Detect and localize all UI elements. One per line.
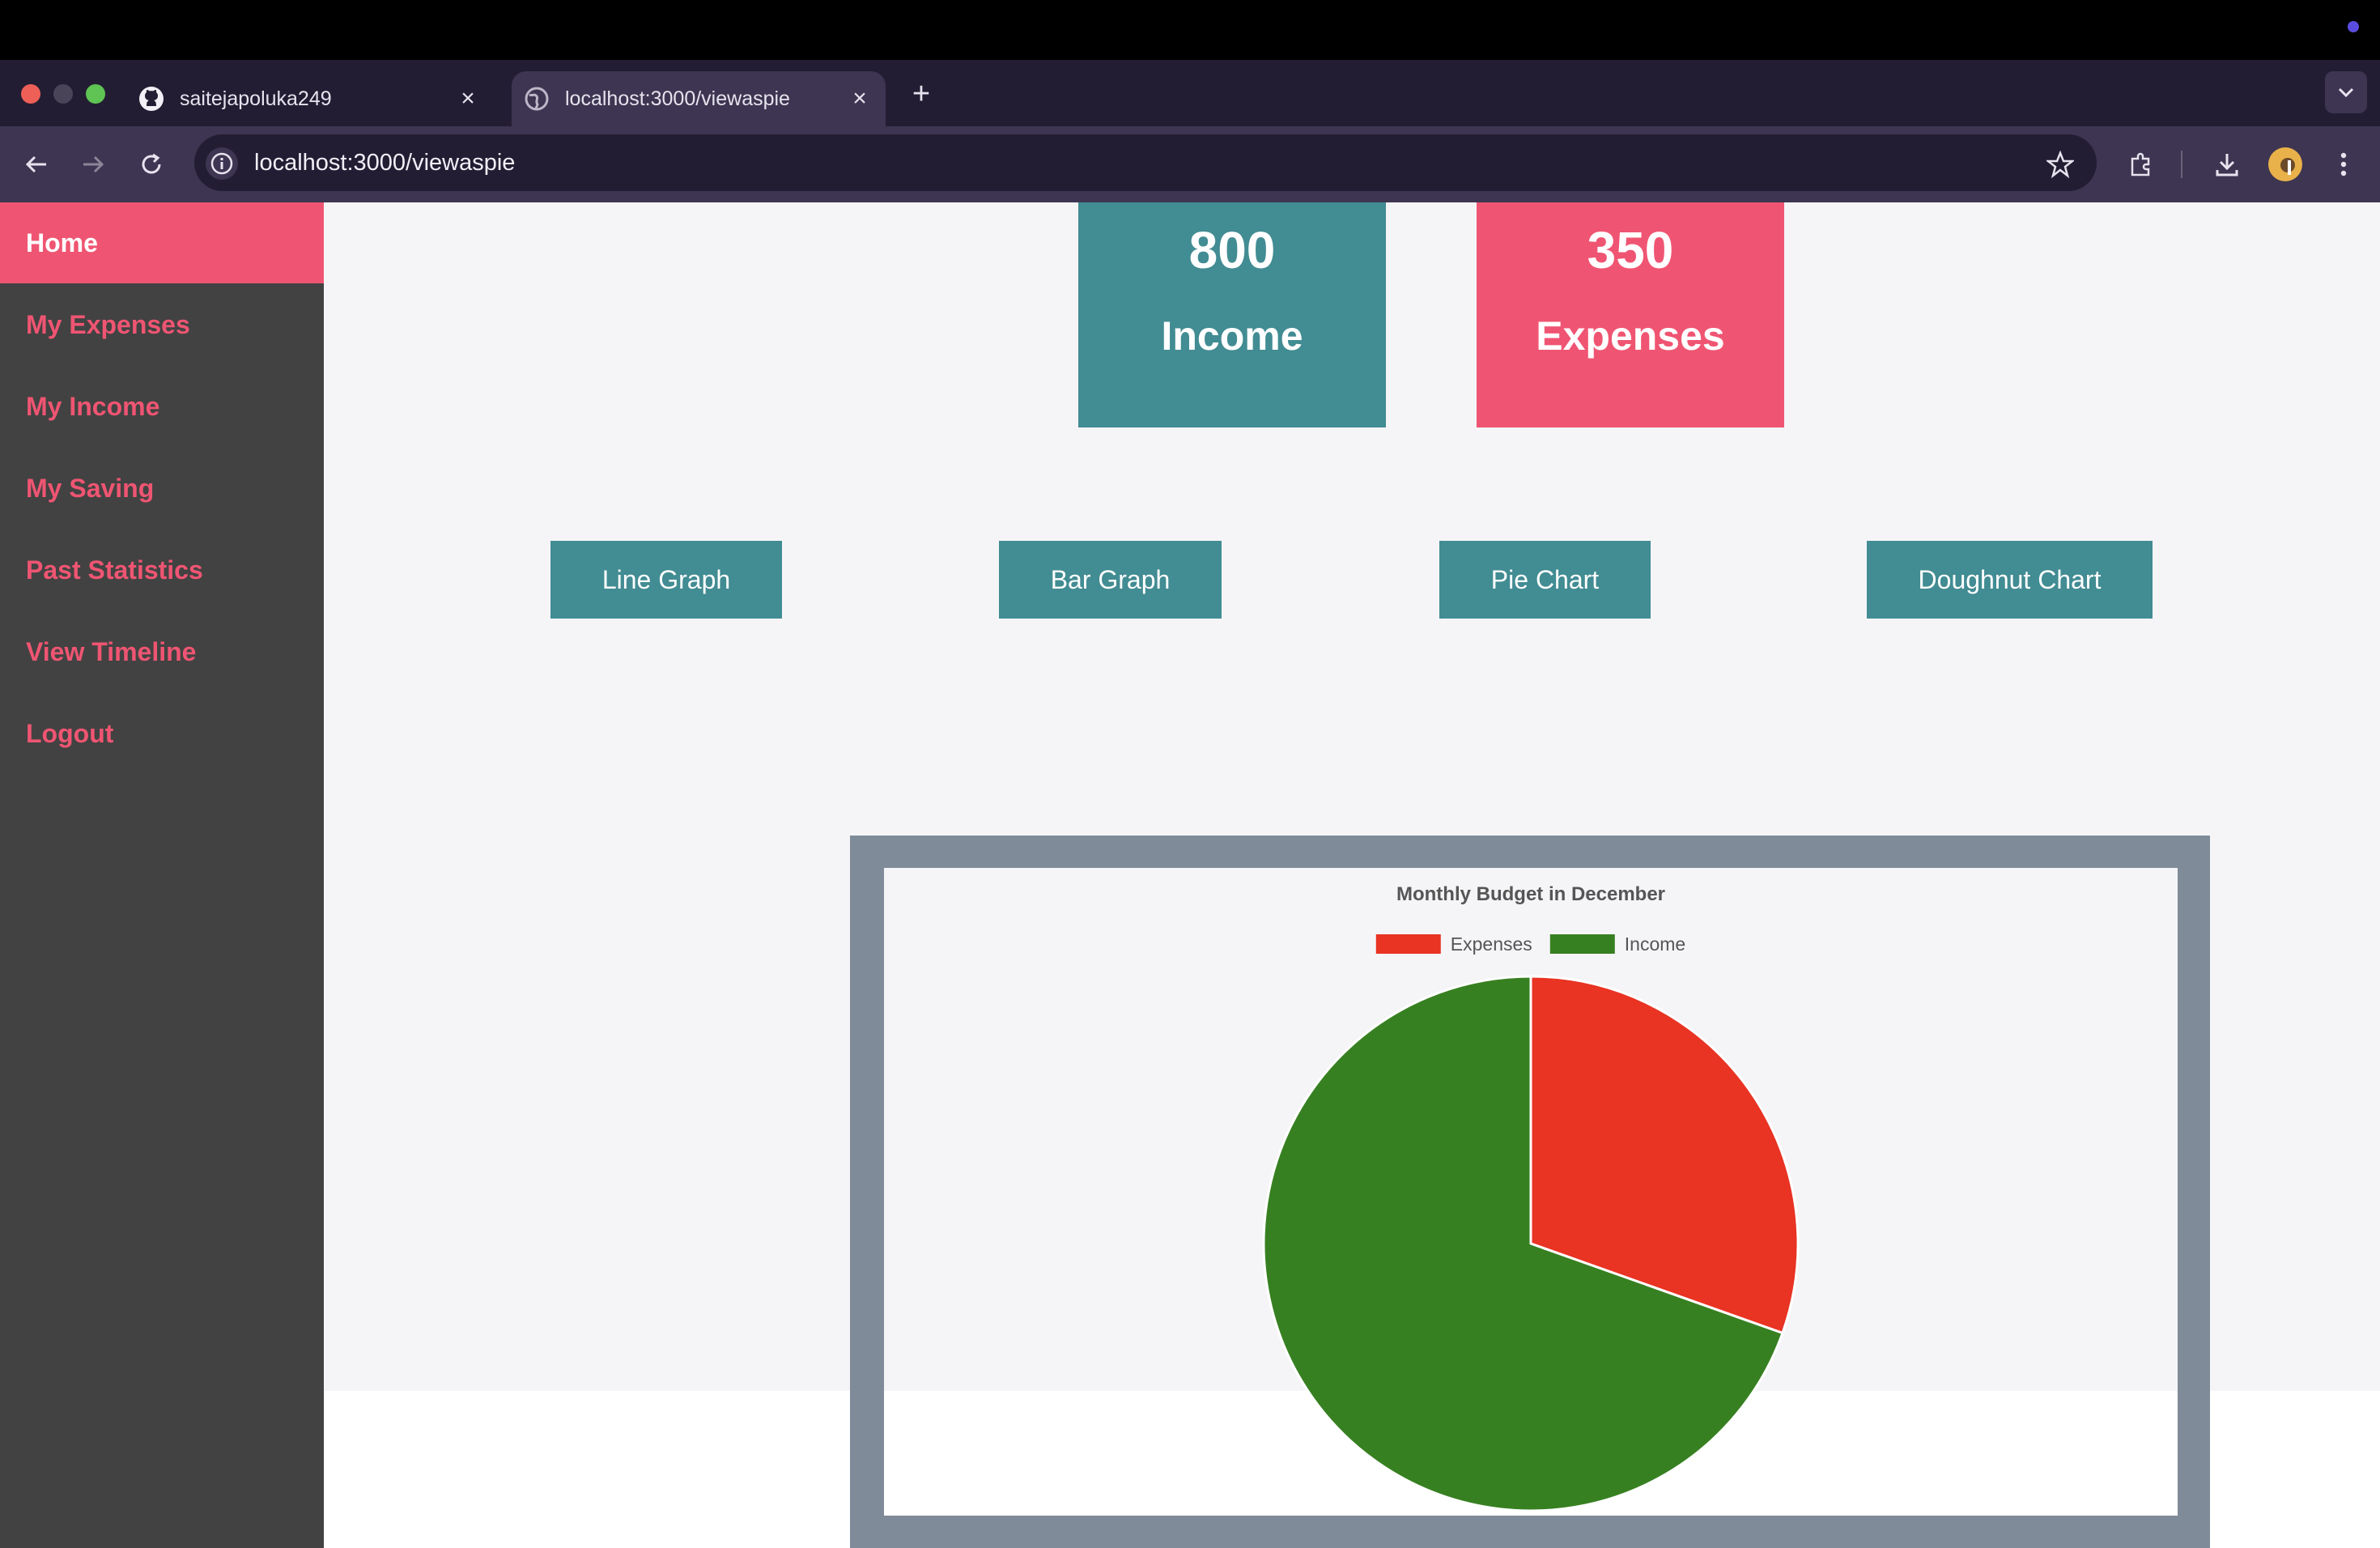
tab-search-button[interactable] <box>2325 71 2367 113</box>
url-text: localhost:3000/viewaspie <box>254 150 516 176</box>
window-close-button[interactable] <box>21 84 40 104</box>
tab-viewaspie[interactable]: localhost:3000/viewaspie × <box>512 71 886 126</box>
window-minimize-button[interactable] <box>53 84 73 104</box>
expenses-label: Expenses <box>1536 313 1725 359</box>
line-graph-button[interactable]: Line Graph <box>550 541 782 619</box>
legend-swatch-expenses[interactable] <box>1375 934 1441 954</box>
chart-title: Monthly Budget in December <box>1396 883 1665 905</box>
bar-graph-button[interactable]: Bar Graph <box>999 541 1222 619</box>
new-tab-button[interactable]: + <box>905 74 937 113</box>
back-button[interactable] <box>16 144 57 185</box>
expenses-card: 350 Expenses <box>1477 202 1784 427</box>
site-info-icon[interactable] <box>206 147 238 180</box>
system-top-bar <box>0 0 2380 60</box>
github-icon <box>138 85 165 113</box>
sidebar-item-my-income[interactable]: My Income <box>0 366 324 447</box>
sidebar-item-my-saving[interactable]: My Saving <box>0 448 324 529</box>
tab-title: localhost:3000/viewaspie <box>565 87 790 110</box>
chevron-down-icon <box>2338 87 2354 98</box>
profile-avatar[interactable] <box>2268 147 2302 181</box>
reload-button[interactable] <box>131 144 172 185</box>
globe-icon <box>523 85 550 113</box>
download-icon[interactable] <box>2207 144 2247 185</box>
bookmark-star-icon[interactable] <box>2040 144 2080 185</box>
sidebar-item-my-expenses[interactable]: My Expenses <box>0 284 324 365</box>
expenses-value: 350 <box>1587 221 1674 279</box>
doughnut-chart-button[interactable]: Doughnut Chart <box>1867 541 2153 619</box>
tab-close-icon[interactable]: × <box>844 85 876 113</box>
chart-legend: Expenses Income <box>1375 933 1685 955</box>
toolbar-divider <box>2181 151 2182 178</box>
pie-chart-button[interactable]: Pie Chart <box>1439 541 1651 619</box>
back-arrow-icon <box>25 155 46 173</box>
sidebar-item-home[interactable]: Home <box>0 202 324 283</box>
forward-button[interactable] <box>73 144 113 185</box>
pie-slices <box>1262 975 1800 1512</box>
tab-title: saitejapoluka249 <box>180 87 332 110</box>
legend-label-income: Income <box>1625 933 1685 955</box>
pie-chart: Monthly Budget in December Expenses Incom… <box>884 868 2178 1516</box>
legend-swatch-income[interactable] <box>1549 934 1615 954</box>
status-dot <box>2348 21 2359 32</box>
legend-label-expenses: Expenses <box>1451 933 1532 955</box>
income-card: 800 Income <box>1078 202 1386 427</box>
window-zoom-button[interactable] <box>86 84 105 104</box>
income-label: Income <box>1161 313 1303 359</box>
sidebar-item-logout[interactable]: Logout <box>0 693 324 774</box>
extensions-puzzle-icon[interactable] <box>2121 144 2161 185</box>
reload-icon <box>142 153 161 174</box>
more-menu-icon[interactable] <box>2323 144 2364 185</box>
income-value: 800 <box>1188 221 1276 279</box>
sidebar-item-view-timeline[interactable]: View Timeline <box>0 611 324 692</box>
sidebar-item-past-statistics[interactable]: Past Statistics <box>0 529 324 610</box>
tab-github[interactable]: saitejapoluka249 × <box>121 71 494 126</box>
tab-close-icon[interactable]: × <box>452 85 484 113</box>
forward-arrow-icon <box>83 155 104 173</box>
